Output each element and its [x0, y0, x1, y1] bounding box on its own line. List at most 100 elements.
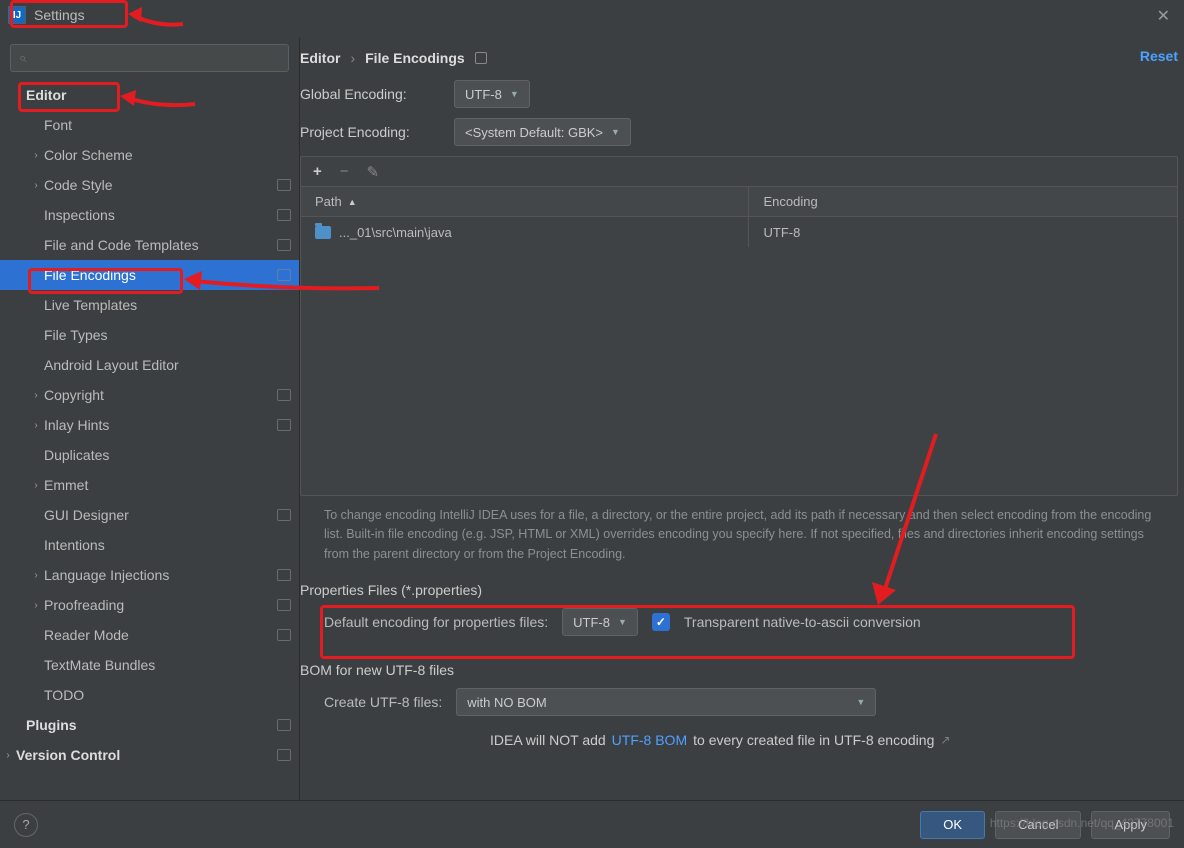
encoding-toolbar: + − ✎ [301, 157, 1177, 187]
col-encoding-label: Encoding [763, 194, 817, 209]
sidebar-item-file-types[interactable]: File Types [0, 320, 299, 350]
scope-icon [277, 239, 291, 251]
sidebar-item-proofreading[interactable]: ›Proofreading [0, 590, 299, 620]
sidebar-item-label: Android Layout Editor [44, 357, 291, 373]
scope-icon [277, 569, 291, 581]
chevron-right-icon: › [0, 750, 16, 761]
encoding-table-header[interactable]: Path ▲ Encoding [301, 187, 1177, 217]
sidebar-item-file-encodings[interactable]: File Encodings [0, 260, 299, 290]
global-encoding-label: Global Encoding: [300, 86, 440, 102]
breadcrumb-root: Editor [300, 50, 340, 66]
sidebar-item-label: Color Scheme [44, 147, 291, 163]
scope-icon [475, 52, 487, 64]
sidebar-item-file-and-code-templates[interactable]: File and Code Templates [0, 230, 299, 260]
sidebar-item-label: Reader Mode [44, 627, 277, 643]
sidebar-item-label: TODO [44, 687, 291, 703]
col-path-label: Path [315, 194, 342, 209]
sidebar-item-color-scheme[interactable]: ›Color Scheme [0, 140, 299, 170]
window-title: Settings [34, 7, 85, 23]
sidebar-item-gui-designer[interactable]: GUI Designer [0, 500, 299, 530]
sidebar-item-label: Inlay Hints [44, 417, 277, 433]
sidebar-item-font[interactable]: Font [0, 110, 299, 140]
close-icon[interactable]: ✕ [1157, 6, 1170, 26]
transparent-ascii-checkbox[interactable]: ✓ [652, 613, 670, 631]
content-pane: Editor › File Encodings Reset Global Enc… [300, 38, 1184, 800]
scope-icon [277, 269, 291, 281]
bom-link[interactable]: UTF-8 BOM [612, 732, 687, 748]
edit-icon[interactable]: ✎ [367, 163, 380, 181]
scope-icon [277, 209, 291, 221]
sidebar-item-live-templates[interactable]: Live Templates [0, 290, 299, 320]
properties-encoding-value: UTF-8 [573, 615, 610, 630]
sidebar-item-inlay-hints[interactable]: ›Inlay Hints [0, 410, 299, 440]
sidebar-item-todo[interactable]: TODO [0, 680, 299, 710]
col-path[interactable]: Path ▲ [301, 187, 749, 216]
bom-section-title: BOM for new UTF-8 files [300, 662, 1184, 678]
sidebar-item-label: TextMate Bundles [44, 657, 291, 673]
sidebar-item-label: Intentions [44, 537, 291, 553]
col-encoding[interactable]: Encoding [749, 187, 1177, 216]
reset-link[interactable]: Reset [1140, 48, 1178, 64]
properties-encoding-combo[interactable]: UTF-8 ▼ [562, 608, 638, 636]
scope-icon [277, 599, 291, 611]
help-button[interactable]: ? [14, 813, 38, 837]
sidebar-item-label: Proofreading [44, 597, 277, 613]
create-utf8-label: Create UTF-8 files: [324, 694, 442, 710]
scope-icon [277, 629, 291, 641]
bom-combo[interactable]: with NO BOM ▼ [456, 688, 876, 716]
chevron-right-icon: › [28, 420, 44, 431]
sidebar-item-code-style[interactable]: ›Code Style [0, 170, 299, 200]
sidebar-item-editor[interactable]: Editor [0, 80, 299, 110]
encoding-table-body: ..._01\src\main\javaUTF-8 [301, 217, 1177, 247]
chevron-right-icon: › [28, 180, 44, 191]
sidebar-item-label: Copyright [44, 387, 277, 403]
titlebar: IJ Settings ✕ [0, 0, 1184, 30]
sidebar-item-version-control[interactable]: ›Version Control [0, 740, 299, 770]
global-encoding-value: UTF-8 [465, 87, 502, 102]
sidebar-item-inspections[interactable]: Inspections [0, 200, 299, 230]
sidebar-item-intentions[interactable]: Intentions [0, 530, 299, 560]
sidebar-item-copyright[interactable]: ›Copyright [0, 380, 299, 410]
sidebar-item-language-injections[interactable]: ›Language Injections [0, 560, 299, 590]
global-encoding-combo[interactable]: UTF-8 ▼ [454, 80, 530, 108]
sidebar-item-label: Editor [26, 87, 291, 103]
sidebar-item-android-layout-editor[interactable]: Android Layout Editor [0, 350, 299, 380]
sidebar-item-reader-mode[interactable]: Reader Mode [0, 620, 299, 650]
sidebar-item-duplicates[interactable]: Duplicates [0, 440, 299, 470]
sidebar-item-label: Live Templates [44, 297, 291, 313]
app-icon: IJ [8, 6, 26, 24]
breadcrumb: Editor › File Encodings [300, 42, 1168, 80]
scope-icon [277, 509, 291, 521]
properties-section-title: Properties Files (*.properties) [300, 582, 1184, 598]
project-encoding-combo[interactable]: <System Default: GBK> ▼ [454, 118, 631, 146]
remove-icon[interactable]: − [340, 163, 349, 180]
chevron-down-icon: ▼ [611, 127, 620, 137]
bom-note: IDEA will NOT add UTF-8 BOM to every cre… [490, 732, 1184, 748]
main-area: ⌕ EditorFont›Color Scheme›Code StyleInsp… [0, 38, 1184, 800]
add-icon[interactable]: + [313, 163, 322, 180]
scope-icon [277, 719, 291, 731]
sidebar-item-label: File Encodings [44, 267, 277, 283]
search-wrap: ⌕ [0, 38, 299, 80]
project-encoding-row: Project Encoding: <System Default: GBK> … [300, 118, 1184, 146]
chevron-down-icon: ▼ [618, 617, 627, 627]
chevron-right-icon: › [28, 600, 44, 611]
sidebar: ⌕ EditorFont›Color Scheme›Code StyleInsp… [0, 38, 300, 800]
bom-note-suffix: to every created file in UTF-8 encoding [693, 732, 934, 748]
sidebar-item-label: GUI Designer [44, 507, 277, 523]
sort-asc-icon: ▲ [348, 197, 357, 207]
chevron-down-icon: ▼ [510, 89, 519, 99]
search-input[interactable]: ⌕ [10, 44, 289, 72]
sidebar-item-emmet[interactable]: ›Emmet [0, 470, 299, 500]
external-link-icon: ↗ [940, 733, 950, 747]
encoding-table: + − ✎ Path ▲ Encoding ..._01\src\main\ja… [300, 156, 1178, 496]
breadcrumb-sep: › [350, 50, 355, 66]
bom-row: Create UTF-8 files: with NO BOM ▼ [300, 688, 1184, 716]
ok-button[interactable]: OK [920, 811, 985, 839]
settings-tree[interactable]: EditorFont›Color Scheme›Code StyleInspec… [0, 80, 299, 800]
sidebar-item-textmate-bundles[interactable]: TextMate Bundles [0, 650, 299, 680]
table-row[interactable]: ..._01\src\main\javaUTF-8 [301, 217, 1177, 247]
sidebar-item-plugins[interactable]: Plugins [0, 710, 299, 740]
scope-icon [277, 179, 291, 191]
scope-icon [277, 419, 291, 431]
